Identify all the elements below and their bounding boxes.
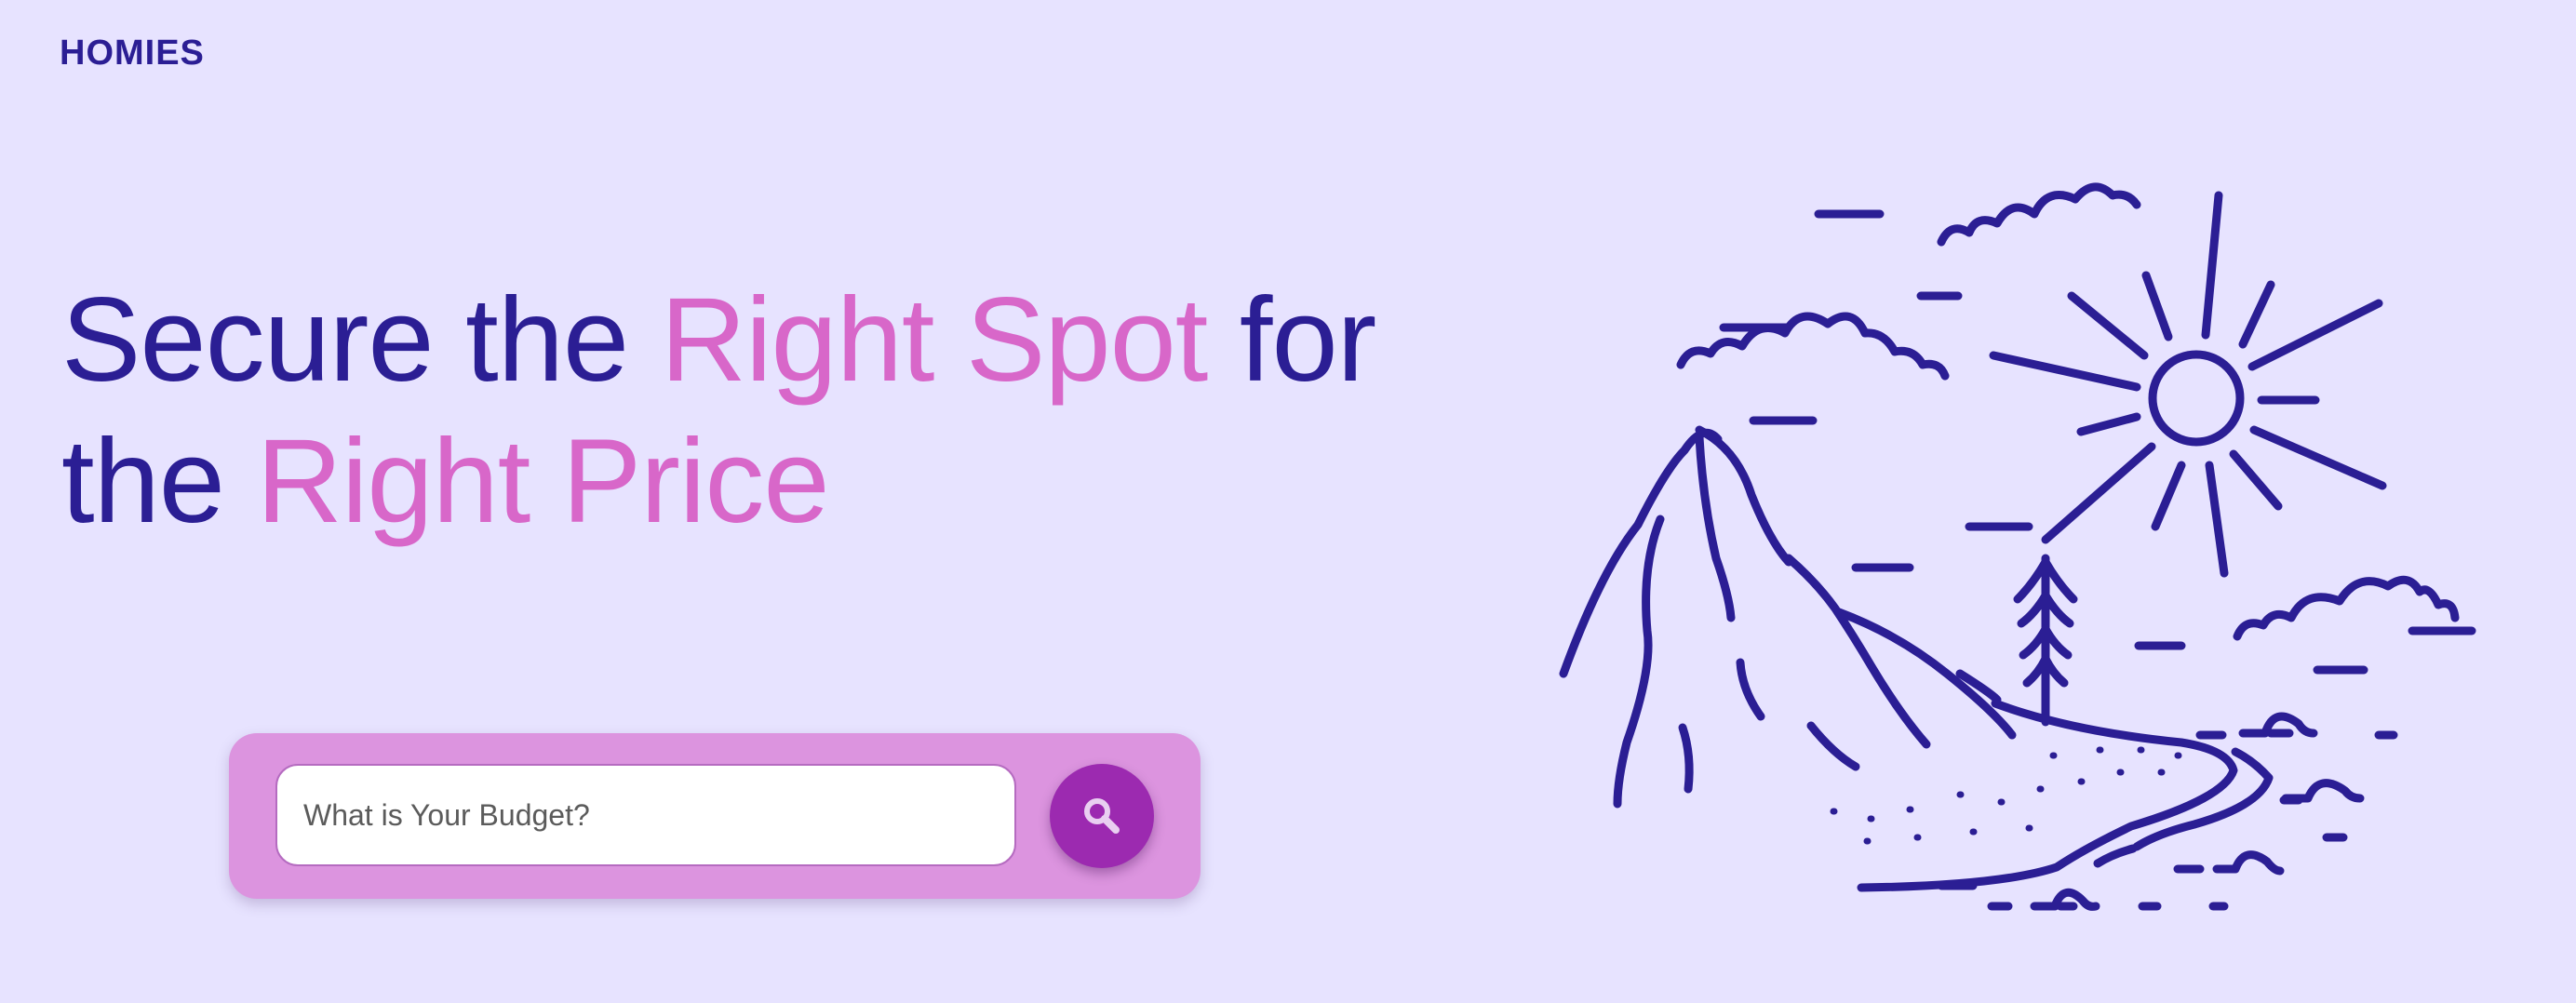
hero-title-part: for [1207, 274, 1376, 407]
brand-logo[interactable]: HOMIES [60, 33, 205, 74]
search-icon [1084, 798, 1120, 834]
search-panel [229, 733, 1201, 899]
hero-title-part: Secure the [61, 274, 661, 407]
hero-title-accent: Right Spot [660, 274, 1209, 407]
sun-icon [1989, 191, 2387, 578]
budget-search-input[interactable] [275, 764, 1016, 866]
hero-title-part: the [61, 415, 257, 548]
tree-icon [2013, 554, 2078, 727]
mountain-icon [1559, 425, 2017, 809]
hero-title-accent: Right Price [256, 415, 830, 548]
landscape-illustration [1559, 182, 2476, 911]
search-button[interactable] [1050, 764, 1154, 868]
hero-title: Secure the Right Spot for the Right Pric… [61, 270, 1457, 553]
